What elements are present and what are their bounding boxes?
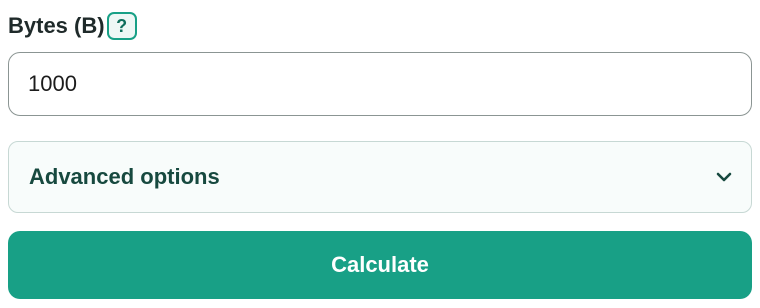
help-button[interactable]: ? (106, 12, 137, 40)
bytes-input[interactable] (9, 53, 751, 115)
question-mark-icon: ? (116, 15, 128, 36)
advanced-options-label: Advanced options (29, 164, 220, 189)
bytes-input-container (8, 52, 752, 116)
field-label-row: Bytes (B) ? (8, 10, 137, 42)
calculate-button[interactable]: Calculate (8, 231, 752, 299)
chevron-down-icon (715, 168, 733, 186)
bytes-calculator-form: Bytes (B) ? Advanced options Calculate (0, 0, 760, 308)
bytes-field-label: Bytes (B) (8, 13, 105, 38)
advanced-options-toggle[interactable]: Advanced options (8, 141, 752, 213)
